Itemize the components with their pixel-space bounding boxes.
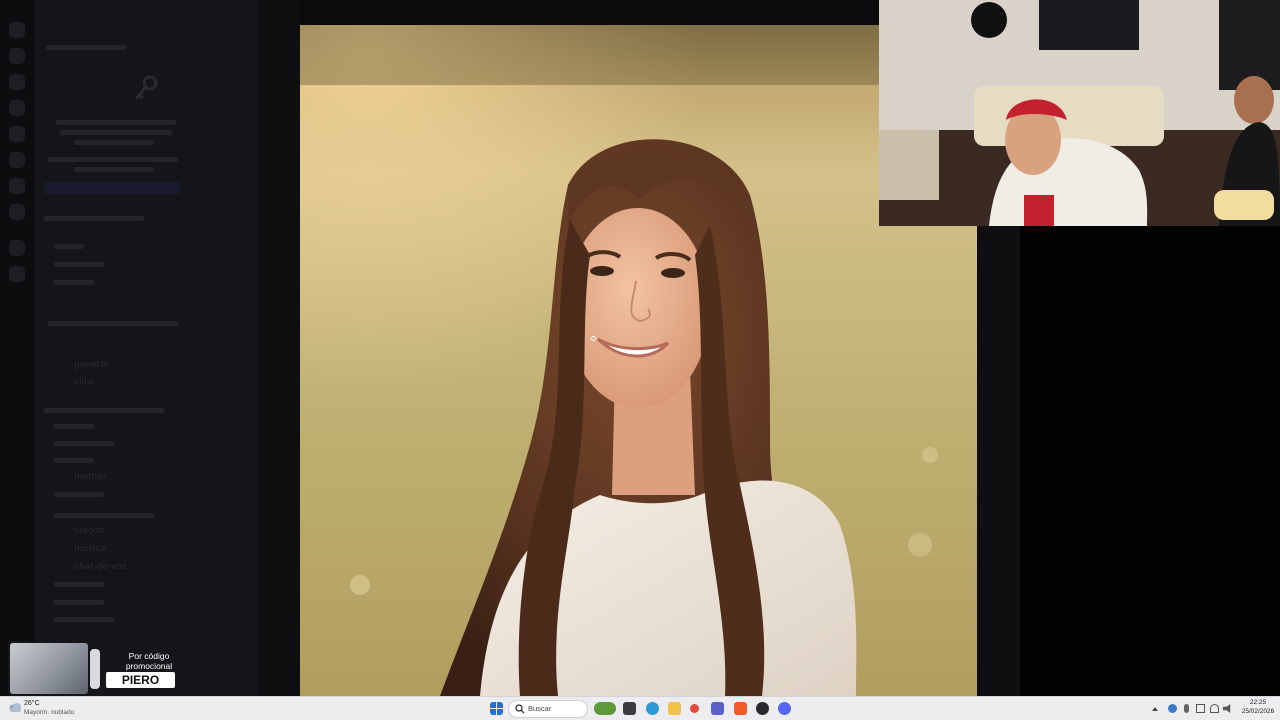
teams-icon[interactable] [711, 702, 724, 715]
server-rail[interactable] [0, 0, 34, 696]
server-icon[interactable] [9, 100, 25, 116]
server-icon[interactable] [9, 22, 25, 38]
server-icon[interactable] [9, 152, 25, 168]
list-item[interactable] [54, 280, 94, 285]
file-explorer-icon[interactable] [668, 702, 681, 715]
list-item[interactable] [48, 321, 178, 326]
list-item[interactable] [54, 600, 104, 605]
background-chat-area [258, 0, 300, 696]
info-text [48, 157, 178, 162]
app-icon[interactable] [690, 704, 699, 713]
key-icon [134, 75, 158, 100]
channel-item[interactable]: general [74, 360, 108, 370]
obs-icon[interactable] [756, 702, 769, 715]
server-icon[interactable] [9, 240, 25, 256]
widgets-icon[interactable] [594, 702, 616, 715]
section-header [54, 513, 154, 518]
info-text [60, 130, 172, 135]
section-header [44, 408, 164, 413]
server-icon[interactable] [9, 178, 25, 194]
taskbar-search[interactable]: Buscar [508, 700, 588, 718]
promo-label: Por código promocional [125, 651, 173, 671]
windows-taskbar: 26°C Mayorm. nublado Buscar 22:25 25/02/… [0, 696, 1280, 720]
weather-description: Mayorm. nublado [24, 709, 75, 716]
controller-icon [90, 649, 100, 689]
channel-item[interactable]: clips [74, 377, 94, 387]
list-item[interactable] [54, 582, 104, 587]
volume-icon[interactable] [1223, 704, 1231, 713]
list-item[interactable] [54, 441, 114, 446]
brave-icon[interactable] [734, 702, 747, 715]
screen: general clips memes juegos música chat-d… [0, 0, 1280, 720]
background-app-window: general clips memes juegos música chat-d… [0, 0, 258, 696]
list-item[interactable] [54, 244, 84, 249]
discord-icon[interactable] [778, 702, 791, 715]
display-icon[interactable] [1196, 704, 1205, 713]
info-text [74, 167, 154, 172]
viewer-top-bar [300, 0, 879, 25]
search-placeholder: Buscar [528, 704, 552, 713]
clock-time[interactable]: 22:25 [1238, 699, 1278, 706]
list-item[interactable] [54, 617, 114, 622]
product-image [10, 643, 88, 694]
webcam-scene [879, 0, 1280, 226]
webcam-feed [879, 0, 1280, 226]
list-item[interactable] [54, 424, 94, 429]
section-header [44, 216, 144, 221]
channel-sidebar: general clips memes juegos música chat-d… [34, 0, 258, 696]
list-item[interactable] [54, 492, 104, 497]
channel-item[interactable]: música [74, 544, 106, 554]
server-icon[interactable] [9, 74, 25, 90]
channel-item[interactable]: juegos [74, 526, 104, 536]
server-icon[interactable] [9, 204, 25, 220]
chevron-up-icon[interactable] [1152, 707, 1158, 711]
promo-code: PIERO [106, 672, 175, 688]
list-item[interactable] [54, 458, 94, 463]
join-button[interactable] [44, 182, 180, 194]
windows-start-icon[interactable] [490, 702, 503, 715]
portrait-photo [300, 25, 977, 696]
info-text [56, 120, 176, 125]
search-icon [515, 704, 525, 714]
microphone-icon[interactable] [1184, 704, 1189, 713]
channel-item[interactable]: memes [74, 472, 107, 482]
cloud-icon [9, 703, 21, 712]
wifi-icon[interactable] [1210, 704, 1219, 713]
info-text [74, 140, 154, 145]
viewer-side-panel-black [1020, 226, 1280, 696]
server-icon[interactable] [9, 266, 25, 282]
server-icon[interactable] [9, 48, 25, 64]
list-item[interactable] [54, 262, 104, 267]
server-name[interactable] [46, 45, 126, 50]
image-viewer[interactable] [300, 25, 977, 696]
tray-app-icon[interactable] [1168, 704, 1177, 713]
task-view-icon[interactable] [623, 702, 636, 715]
mouse-cursor [591, 336, 596, 341]
server-icon[interactable] [9, 126, 25, 142]
weather-temperature: 26°C [24, 700, 40, 707]
clock-date[interactable]: 25/02/2026 [1236, 708, 1280, 715]
channel-item[interactable]: chat-de-voz [74, 562, 127, 572]
chrome-icon[interactable] [646, 702, 659, 715]
